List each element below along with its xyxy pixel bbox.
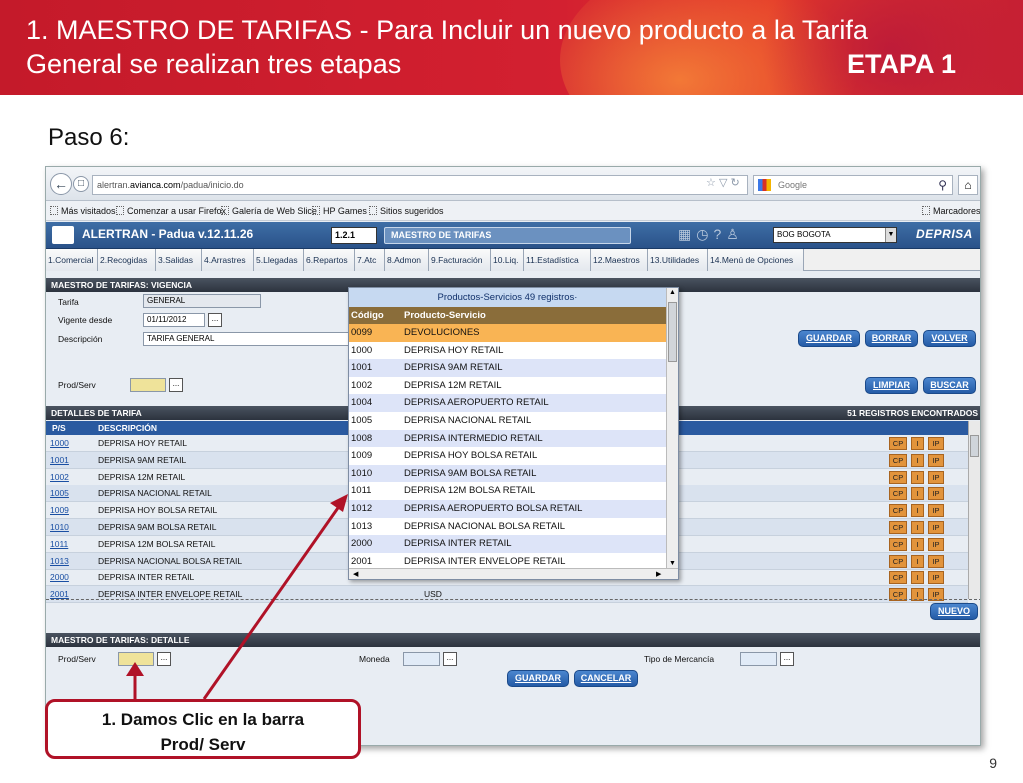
instruction-callout: 1. Damos Clic en la barra Prod/ Serv <box>45 699 361 759</box>
page-number: 9 <box>989 755 997 771</box>
annotation-arrows <box>126 494 348 700</box>
